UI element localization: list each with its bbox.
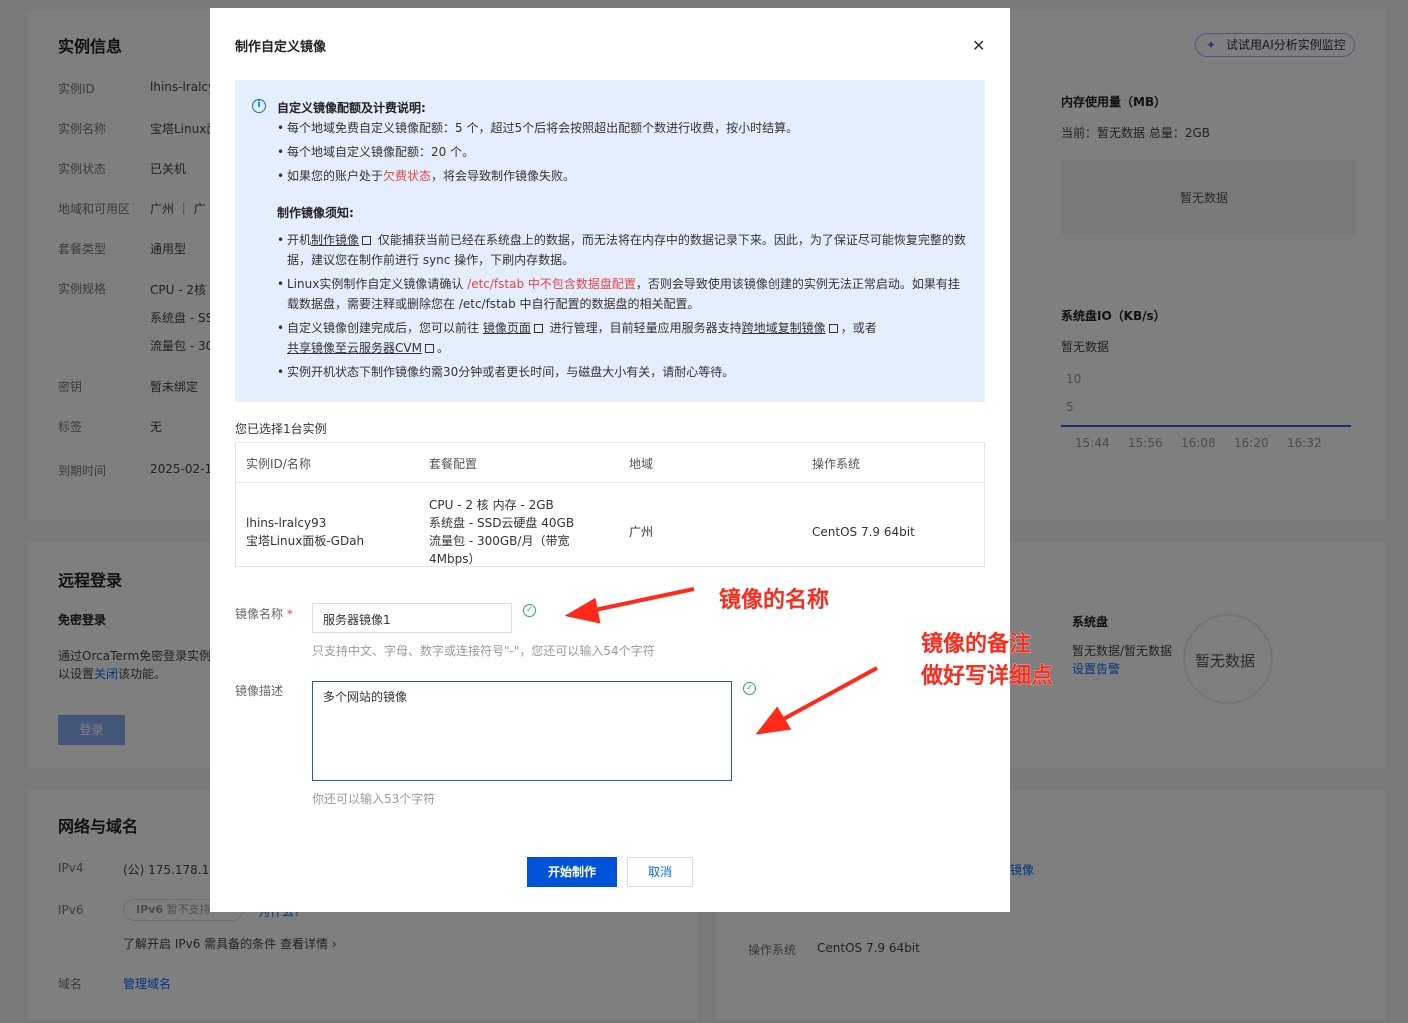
desc-annotation-line2: 做好写详细点 xyxy=(921,664,1054,690)
desc-annotation-line1: 镜像的备注 xyxy=(921,632,1032,658)
arrow-to-name-input xyxy=(589,587,695,613)
arrow-to-desc-textarea xyxy=(777,666,878,724)
annotation-arrows xyxy=(564,587,878,735)
arrowhead xyxy=(755,706,792,735)
arrowhead xyxy=(564,597,601,624)
name-annotation: 镜像的名称 xyxy=(719,588,830,614)
